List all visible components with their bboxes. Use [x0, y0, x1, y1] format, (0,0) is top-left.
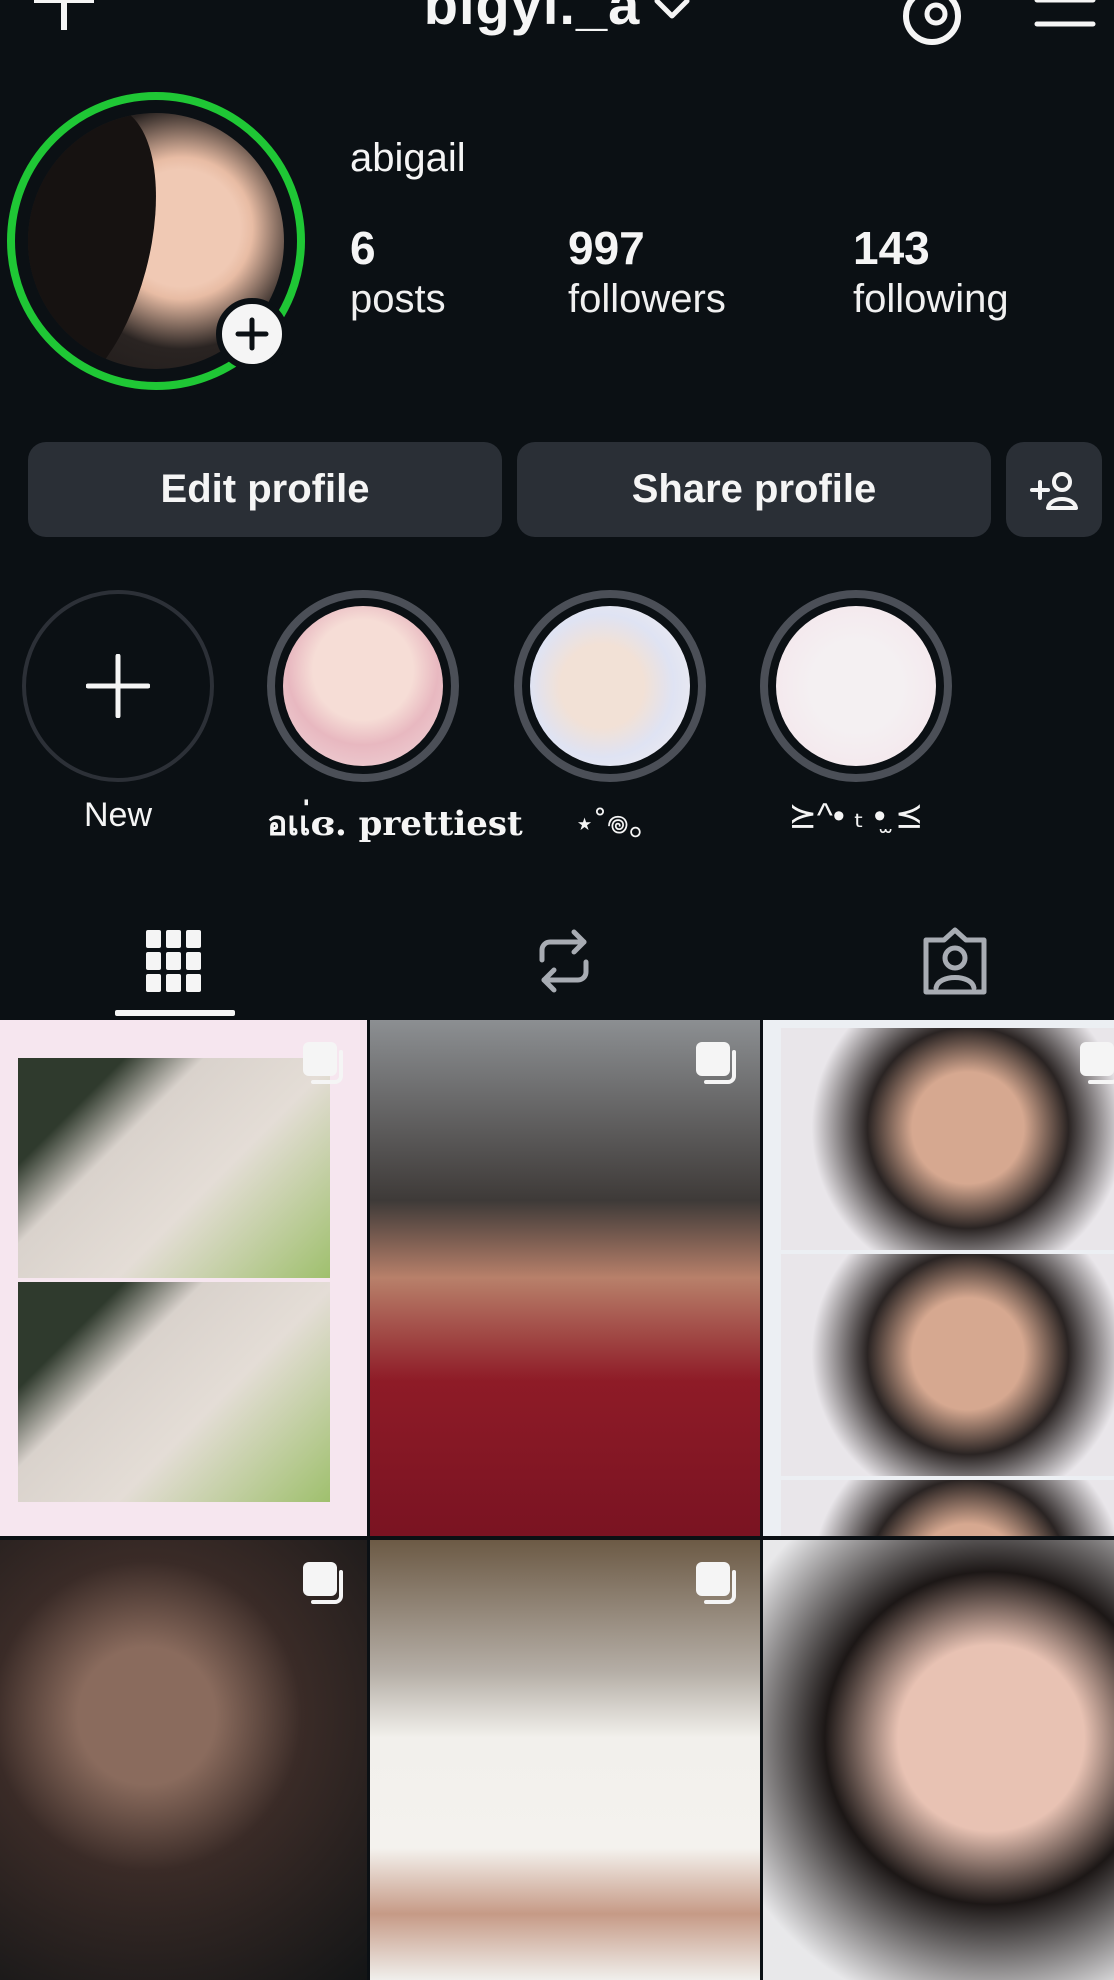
highlight-label: ⪰^• ₜ •̫ ⪯	[788, 797, 924, 835]
followers-count: 997	[568, 222, 645, 274]
plus-icon	[86, 654, 150, 718]
carousel-icon	[303, 1042, 343, 1084]
carousel-icon	[696, 1042, 736, 1084]
following-count: 143	[853, 222, 930, 274]
tagged-person-icon	[923, 927, 987, 995]
posts-count: 6	[350, 222, 376, 274]
post-thumbnail[interactable]	[0, 1540, 367, 1980]
highlight-item[interactable]: ⪰^• ₜ •̫ ⪯	[760, 590, 952, 836]
tab-reposts[interactable]	[504, 906, 624, 1016]
username-title: bigyl._a	[423, 0, 641, 36]
share-profile-button[interactable]: Share profile	[517, 442, 991, 537]
plus-icon	[235, 317, 269, 351]
highlight-cover	[776, 606, 936, 766]
photo-frame	[781, 1254, 1114, 1476]
highlight-cover	[530, 606, 690, 766]
repost-icon	[539, 929, 589, 993]
add-story-button[interactable]	[216, 298, 288, 370]
post-thumbnail[interactable]	[370, 1020, 760, 1536]
threads-icon[interactable]	[900, 0, 964, 48]
photo-frame	[18, 1282, 330, 1502]
top-bar: bigyl._a	[0, 0, 1114, 60]
tab-posts-grid[interactable]	[114, 906, 234, 1016]
carousel-icon	[1080, 1042, 1114, 1084]
carousel-icon	[303, 1562, 343, 1604]
highlight-item[interactable]: ⋆˚𖦹｡	[514, 590, 706, 845]
tab-tagged[interactable]	[895, 906, 1015, 1016]
display-name: abigail	[350, 136, 466, 180]
post-thumbnail[interactable]	[370, 1540, 760, 1980]
highlight-item[interactable]: อเเ่ɞ. prettiest	[267, 590, 523, 850]
followers-stat[interactable]: 997 followers	[568, 222, 726, 324]
photo-frame	[781, 1028, 1114, 1250]
highlight-label: ⋆˚𖦹｡	[573, 805, 647, 843]
posts-label: posts	[350, 277, 446, 321]
photo-frame	[781, 1480, 1114, 1536]
highlight-new[interactable]: New	[22, 590, 214, 835]
followers-label: followers	[568, 277, 726, 321]
following-stat[interactable]: 143 following	[853, 222, 1009, 324]
active-tab-indicator	[115, 1010, 235, 1016]
post-thumbnail[interactable]	[0, 1020, 367, 1536]
add-person-icon	[1030, 471, 1078, 510]
photo-frame	[18, 1058, 330, 1278]
carousel-icon	[696, 1562, 736, 1604]
edit-profile-button[interactable]: Edit profile	[28, 442, 502, 537]
grid-icon	[146, 930, 201, 992]
highlight-cover	[283, 606, 443, 766]
menu-icon[interactable]	[1034, 0, 1096, 34]
highlight-new-ring	[22, 590, 214, 782]
discover-people-button[interactable]	[1006, 442, 1102, 537]
highlight-label: อเเ่ɞ. prettiest	[267, 804, 523, 844]
post-thumbnail[interactable]	[763, 1540, 1114, 1980]
posts-stat[interactable]: 6 posts	[350, 222, 446, 324]
highlight-label: New	[83, 796, 153, 834]
post-thumbnail[interactable]	[763, 1020, 1114, 1536]
following-label: following	[853, 277, 1009, 321]
chevron-down-icon	[654, 0, 690, 19]
